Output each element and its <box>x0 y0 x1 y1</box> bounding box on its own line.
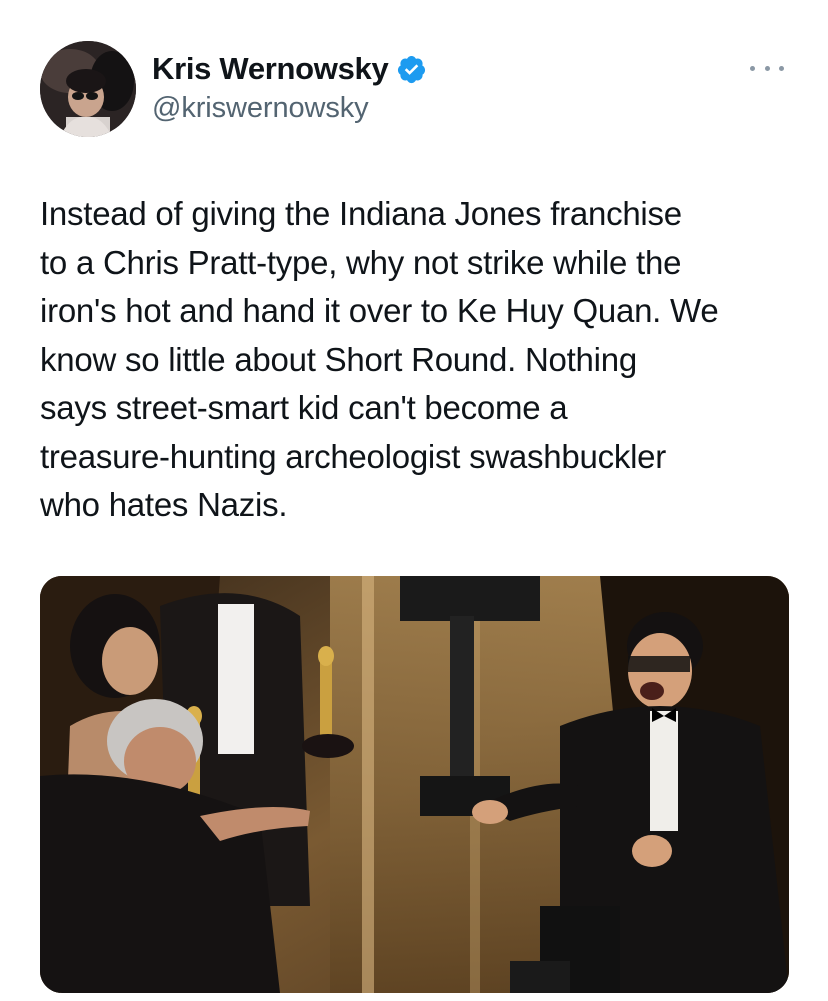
avatar-photo <box>40 41 136 137</box>
tweet-photo[interactable] <box>40 576 789 993</box>
verified-badge-icon <box>396 54 427 85</box>
author-handle[interactable]: @kriswernowsky <box>152 92 427 125</box>
photo-image <box>40 576 789 993</box>
more-dot <box>764 65 770 71</box>
author-display-name[interactable]: Kris Wernowsky <box>152 51 389 87</box>
more-options-icon[interactable] <box>750 60 784 76</box>
author-avatar[interactable] <box>40 41 136 137</box>
tweet-text: Instead of giving the Indiana Jones fran… <box>40 195 719 523</box>
more-dot <box>779 65 784 71</box>
more-dot <box>750 65 755 71</box>
tweet-card[interactable]: Kris Wernowsky @kriswernowsky Instead of… <box>0 0 828 1001</box>
